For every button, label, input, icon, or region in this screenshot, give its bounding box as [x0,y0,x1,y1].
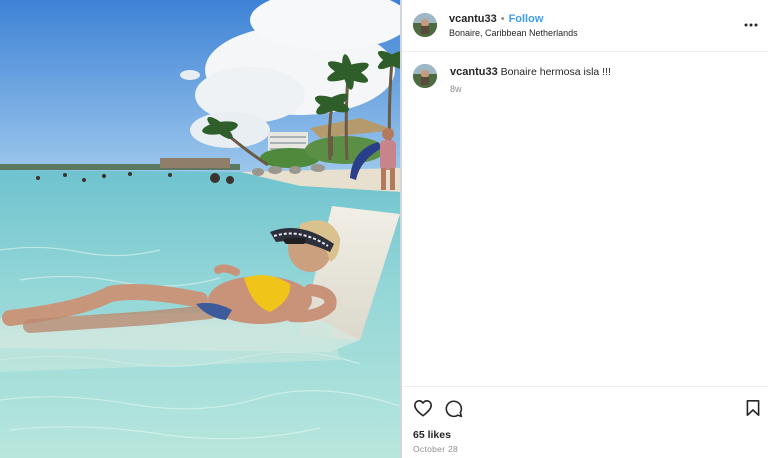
post-header: vcantu33 • Follow Bonaire, Caribbean Nethe… [402,0,768,52]
avatar-image [413,13,437,37]
post-side-panel: vcantu33 • Follow Bonaire, Caribbean Nethe… [402,0,768,458]
author-avatar[interactable] [413,13,437,37]
post-date[interactable]: October 28 [413,444,458,454]
caption-text: Bonaire hermosa isla !!! [500,66,611,78]
likes-count[interactable]: 65 likes [413,429,451,441]
comment-icon[interactable] [442,397,464,419]
bookmark-icon[interactable] [742,397,764,419]
post-photo[interactable] [0,0,400,458]
more-horizontal-icon[interactable] [742,16,760,34]
caption-username[interactable]: vcantu33 [450,66,498,78]
avatar-image [413,64,437,88]
caption-line: vcantu33 Bonaire hermosa isla !!! [450,66,611,78]
follow-button[interactable]: Follow [509,13,544,25]
author-username[interactable]: vcantu33 [449,13,497,25]
post-actions: 65 likes October 28 [402,386,768,458]
header-title-line: vcantu33 • Follow [449,13,543,25]
caption-avatar[interactable] [413,64,437,88]
caption-age[interactable]: 8w [450,84,462,94]
post-location[interactable]: Bonaire, Caribbean Netherlands [449,28,578,38]
heart-icon[interactable] [412,397,434,419]
header-separator: • [500,13,505,25]
beach-photo-illustration [0,0,400,458]
